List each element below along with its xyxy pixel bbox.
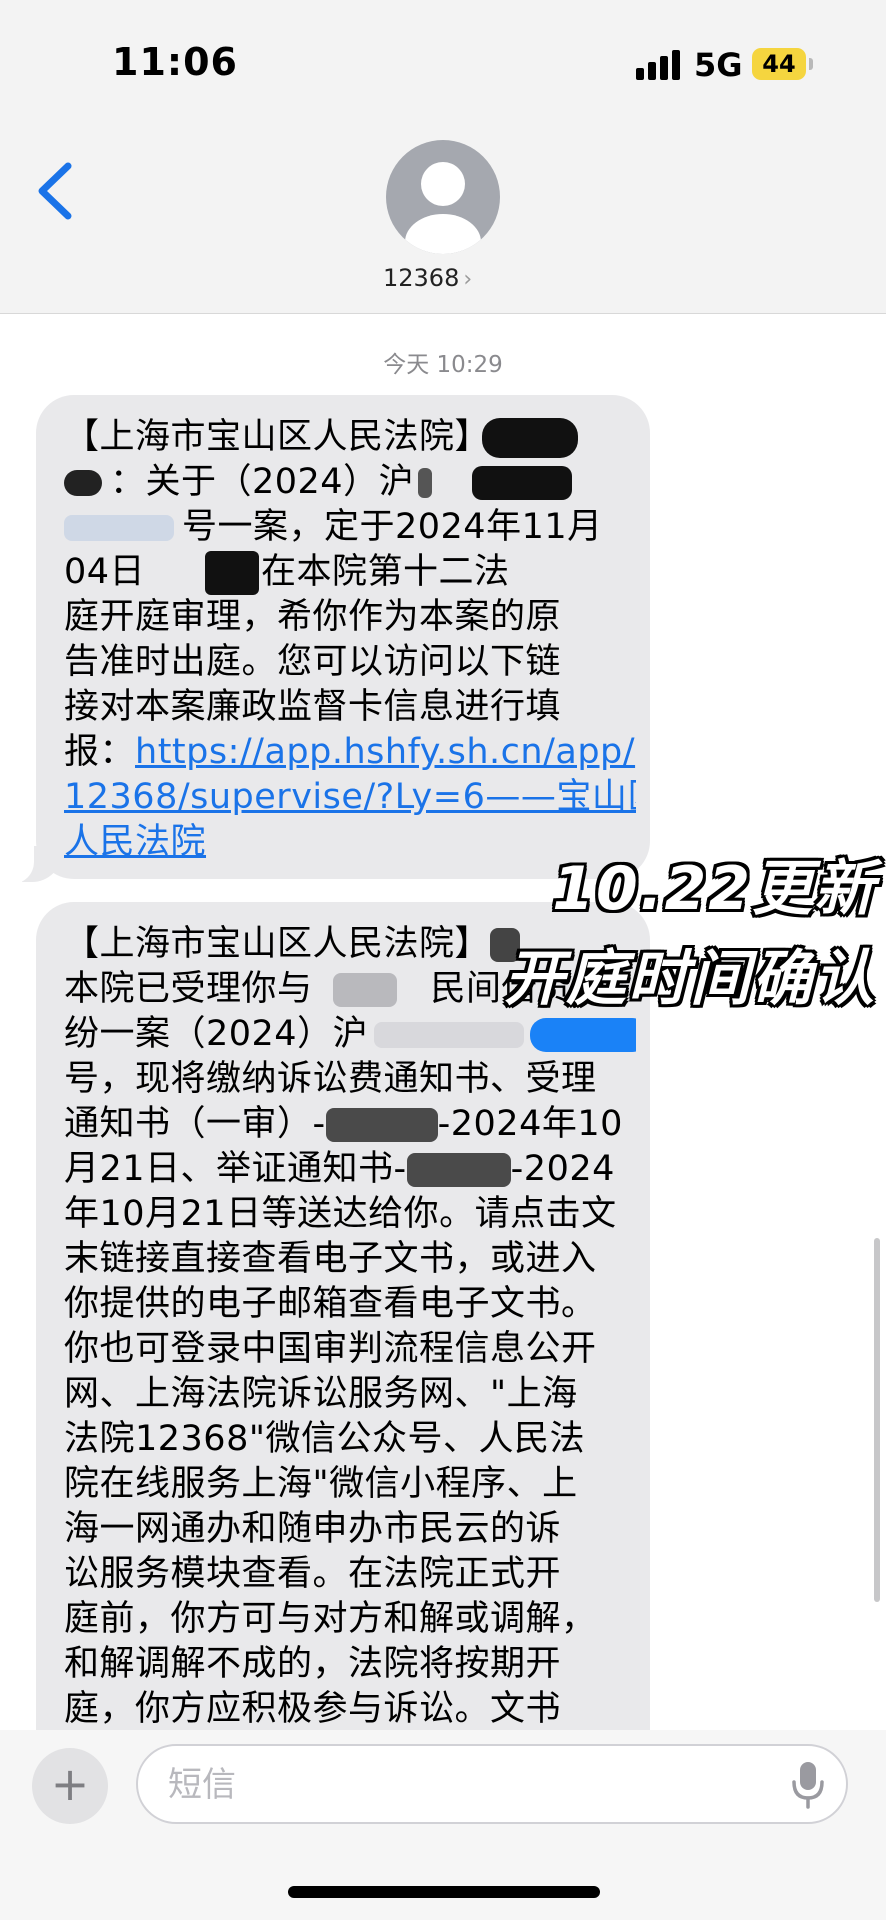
- message-line: ：关于（2024）沪: [64, 460, 636, 505]
- contact-avatar[interactable]: [386, 140, 500, 254]
- message-line: 告准时出庭。您可以访问以下链: [64, 642, 562, 682]
- status-time: 11:06: [112, 40, 238, 84]
- message-line: 庭，你方应积极参与诉讼。文书: [64, 1689, 562, 1729]
- cellular-signal-icon: [636, 50, 682, 80]
- message-line: 月21日、举证通知书- -2024: [64, 1149, 615, 1189]
- chevron-left-icon: [38, 162, 72, 220]
- message-line: 网、上海法院诉讼服务网、"上海: [64, 1374, 578, 1414]
- redacted-area: [145, 558, 205, 588]
- add-attachment-button[interactable]: +: [32, 1748, 108, 1824]
- battery-icon: 44: [752, 48, 806, 80]
- network-type: 5G: [694, 46, 743, 84]
- message-line: 法院12368"微信公众号、人民法: [64, 1419, 585, 1459]
- chevron-right-icon: ›: [463, 267, 473, 292]
- scroll-indicator[interactable]: [874, 1238, 880, 1602]
- contact-name-text: 12368: [383, 264, 460, 292]
- message-input[interactable]: [166, 1756, 770, 1814]
- message-input-container[interactable]: [136, 1744, 848, 1824]
- overlay-caption: 10.22更新: [552, 854, 876, 924]
- redacted-area: [406, 1153, 511, 1187]
- message-line: 报：https://app.hshfy.sh.cn/app/: [64, 732, 636, 772]
- message-line: 纷一案（2024）沪: [64, 1012, 636, 1057]
- redacted-area: [64, 470, 102, 496]
- redacted-area: [472, 466, 573, 500]
- message-line: 你提供的电子邮箱查看电子文书。: [64, 1284, 597, 1324]
- supervise-link[interactable]: 人民法院: [64, 820, 636, 865]
- message-line: 和解调解不成的，法院将按期开: [64, 1644, 562, 1684]
- message-bubble[interactable]: 【上海市宝山区人民法院】 ：关于（2024）沪 号一案，定于2024年11月 0…: [36, 395, 650, 879]
- redacted-area: [325, 1108, 438, 1142]
- message-line: 号，现将缴纳诉讼费通知书、受理: [64, 1059, 597, 1099]
- message-line: 04日 在本院第十二法: [64, 550, 636, 595]
- redacted-area: [64, 515, 174, 541]
- redacted-area: [205, 551, 260, 595]
- message-line: 庭开庭审理，希你作为本案的原: [64, 597, 562, 637]
- redacted-area: [482, 418, 579, 458]
- supervise-link[interactable]: https://app.hshfy.sh.cn/app/: [135, 732, 635, 772]
- redacted-area: [332, 973, 397, 1007]
- message-line: 通知书（一审）- -2024年10: [64, 1104, 623, 1144]
- conversation-timestamp: 今天 10:29: [383, 352, 503, 378]
- supervise-link[interactable]: 12368/supervise/?Ly=6——宝山区: [64, 775, 636, 820]
- message-line: 年10月21日等送达给你。请点击文: [64, 1194, 617, 1234]
- message-line: 接对本案廉政监督卡信息进行填: [64, 687, 562, 727]
- conversation-header: 11:06 5G 44 12368 ›: [0, 0, 886, 314]
- message-line: 你也可登录中国审判流程信息公开: [64, 1329, 597, 1369]
- message-line: 海一网通办和随申办市民云的诉: [64, 1509, 562, 1549]
- redacted-area: [374, 1022, 525, 1048]
- redacted-area: [530, 1018, 636, 1052]
- dictation-button[interactable]: [788, 1760, 828, 1810]
- person-icon: [405, 162, 481, 254]
- message-line: 院在线服务上海"微信小程序、上: [64, 1464, 578, 1504]
- redacted-area: [418, 468, 433, 498]
- message-line: 号一案，定于2024年11月: [64, 505, 636, 550]
- overlay-caption: 开庭时间确认: [504, 944, 876, 1014]
- battery-tip: [809, 58, 813, 70]
- back-button[interactable]: [30, 160, 80, 222]
- microphone-icon: [792, 1762, 824, 1809]
- message-line: 末链接直接查看电子文书，或进入: [64, 1239, 597, 1279]
- contact-name[interactable]: 12368 ›: [383, 264, 472, 292]
- message-bubble[interactable]: 【上海市宝山区人民法院】 本院已受理你与 民间借贷纠 纷一案（2024）沪 号，现…: [36, 902, 650, 1742]
- message-line: 庭前，你方可与对方和解或调解，: [64, 1599, 597, 1639]
- message-line: 讼服务模块查看。在法院正式开: [64, 1554, 562, 1594]
- message-line: 【上海市宝山区人民法院】: [64, 415, 636, 460]
- home-indicator: [288, 1886, 600, 1898]
